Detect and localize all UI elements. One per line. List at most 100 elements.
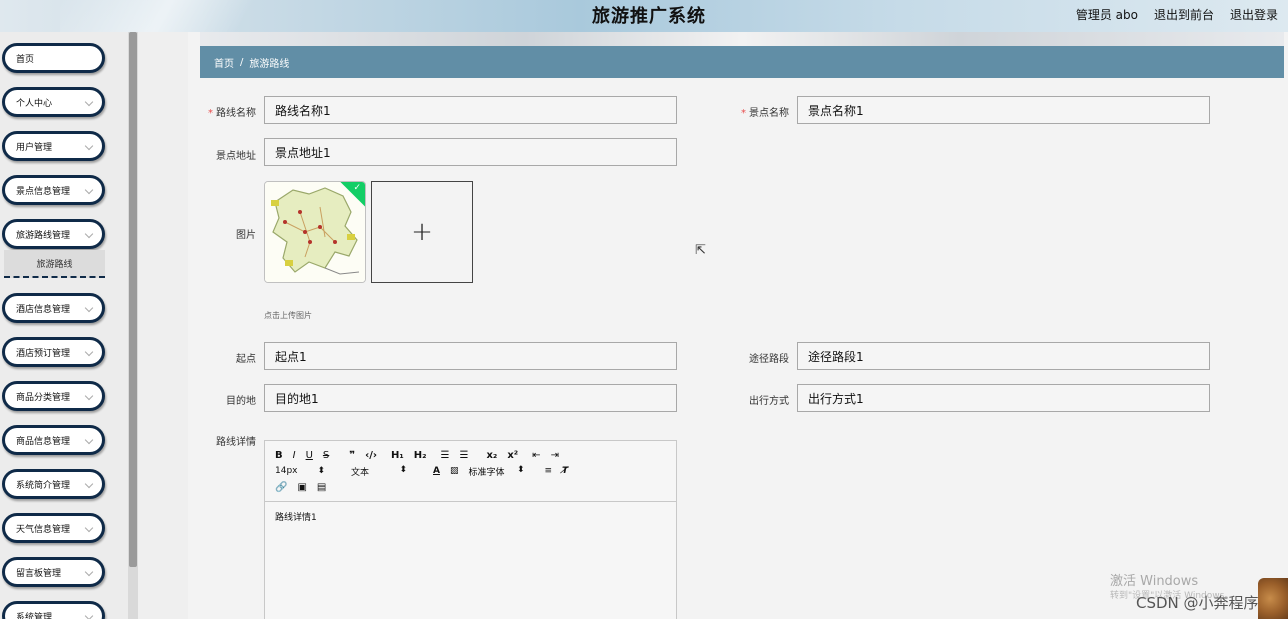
upload-tip: 点击上传图片 (264, 311, 312, 320)
scenic-address-input[interactable]: 景点地址1 (264, 138, 677, 166)
sidebar-item-users[interactable]: 用户管理 (2, 131, 105, 161)
align-icon[interactable]: ≡ (544, 466, 552, 476)
logout-link[interactable]: 退出登录 (1230, 6, 1278, 23)
sidebar-item-system[interactable]: 系统管理 (2, 601, 105, 619)
video-icon[interactable]: ▤ (317, 482, 326, 493)
image-icon[interactable]: ▣ (297, 482, 306, 493)
italic-icon[interactable]: I (293, 450, 296, 461)
clear-format-icon[interactable]: T̸ (562, 466, 568, 476)
chevron-down-icon (84, 479, 94, 489)
code-icon[interactable]: ‹/› (365, 450, 377, 461)
heading1-icon[interactable]: H₁ (391, 450, 404, 461)
sidebar-item-routes[interactable]: 旅游路线管理 (2, 219, 105, 249)
font-size-select[interactable]: 14px ⬍ (275, 466, 335, 476)
sidebar-item-label: 个人中心 (16, 98, 53, 109)
sidebar-item-label: 商品分类管理 (16, 392, 71, 403)
breadcrumb-separator: / (240, 56, 244, 68)
sidebar-item-label: 留言板管理 (16, 568, 62, 579)
toolbar-row-1: B I U S ❞ ‹/› H₁ H₂ ☰ ☰ x₂ x² ⇤ ⇥ (275, 447, 668, 463)
link-icon[interactable]: 🔗 (275, 482, 287, 493)
bullet-list-icon[interactable]: ☰ (460, 450, 469, 461)
select-arrows-icon: ⬍ (399, 464, 407, 475)
route-name-label-text: 路线名称 (216, 108, 256, 119)
sidebar-item-bookings[interactable]: 酒店预订管理 (2, 337, 105, 367)
required-marker: * (741, 108, 746, 119)
sidebar-item-label: 旅游路线管理 (16, 230, 71, 241)
font-color-icon[interactable]: A (433, 466, 440, 476)
chevron-down-icon (84, 97, 94, 107)
heading2-icon[interactable]: H₂ (414, 450, 427, 461)
sidebar-item-personal[interactable]: 个人中心 (2, 87, 105, 117)
editor-toolbar: B I U S ❞ ‹/› H₁ H₂ ☰ ☰ x₂ x² ⇤ ⇥ 14px ⬍… (265, 441, 676, 502)
add-image-button[interactable]: + (371, 181, 473, 283)
sidebar-item-hotels[interactable]: 酒店信息管理 (2, 293, 105, 323)
toolbar-row-2: 14px ⬍ 文本 ⬍ A ▨ 标准字体 ⬍ ≡ T̸ (275, 463, 668, 479)
chevron-down-icon (84, 435, 94, 445)
text-type-select[interactable]: 文本 ⬍ (351, 465, 417, 478)
chevron-down-icon (84, 611, 94, 619)
background-color-icon[interactable]: ▨ (450, 466, 459, 476)
strike-icon[interactable]: S (323, 450, 329, 461)
font-size-value: 14px (275, 466, 298, 476)
destination-input[interactable]: 目的地1 (264, 384, 677, 412)
travel-mode-label: 出行方式 (749, 396, 789, 407)
uploaded-image-thumbnail[interactable]: ✓ (264, 181, 366, 283)
rich-text-editor[interactable]: B I U S ❞ ‹/› H₁ H₂ ☰ ☰ x₂ x² ⇤ ⇥ 14px ⬍… (264, 440, 677, 619)
breadcrumb-current: 旅游路线 (249, 58, 290, 70)
chevron-down-icon (84, 391, 94, 401)
chevron-down-icon (84, 567, 94, 577)
waypoints-input[interactable]: 途径路段1 (797, 342, 1210, 370)
image-label: 图片 (236, 230, 256, 241)
start-input[interactable]: 起点1 (264, 342, 677, 370)
exit-to-front-link[interactable]: 退出到前台 (1154, 6, 1214, 23)
chevron-down-icon (84, 347, 94, 357)
check-icon: ✓ (353, 183, 361, 193)
scrollbar-thumb[interactable] (129, 32, 137, 567)
toolbar-row-3: 🔗 ▣ ▤ (275, 479, 668, 495)
sidebar-item-weather[interactable]: 天气信息管理 (2, 513, 105, 543)
start-label: 起点 (236, 354, 256, 365)
admin-name: 管理员 abo (1075, 8, 1138, 22)
subscript-icon[interactable]: x₂ (486, 450, 497, 461)
bold-icon[interactable]: B (275, 450, 283, 461)
chevron-down-icon (84, 303, 94, 313)
sidebar-item-categories[interactable]: 商品分类管理 (2, 381, 105, 411)
sidebar-item-products[interactable]: 商品信息管理 (2, 425, 105, 455)
editor-content[interactable]: 路线详情1 (265, 502, 676, 531)
outdent-icon[interactable]: ⇤ (532, 450, 540, 461)
blockquote-icon[interactable]: ❞ (349, 450, 355, 461)
sidebar-item-intro[interactable]: 系统简介管理 (2, 469, 105, 499)
route-name-input[interactable]: 路线名称1 (264, 96, 677, 124)
chevron-down-icon (84, 229, 94, 239)
travel-mode-input[interactable]: 出行方式1 (797, 384, 1210, 412)
chevron-down-icon (84, 523, 94, 533)
mouse-cursor-icon: ⇱ (695, 243, 706, 258)
sidebar-scrollbar[interactable] (128, 32, 138, 619)
sidebar-item-messages[interactable]: 留言板管理 (2, 557, 105, 587)
sidebar-item-label: 景点信息管理 (16, 186, 71, 197)
header-actions: 管理员 abo 退出到前台 退出登录 (1076, 6, 1278, 23)
sidebar-item-home[interactable]: 首页 (2, 43, 105, 73)
avatar (1258, 578, 1288, 619)
required-marker: * (208, 108, 213, 119)
sidebar-item-scenic[interactable]: 景点信息管理 (2, 175, 105, 205)
chevron-down-icon (84, 141, 94, 151)
select-arrows-icon: ⬍ (516, 464, 525, 475)
underline-icon[interactable]: U (306, 450, 313, 461)
windows-activation-title: 激活 Windows (1110, 574, 1199, 589)
ordered-list-icon[interactable]: ☰ (441, 450, 450, 461)
main-content: 首页 / 旅游路线 * 路线名称 路线名称1 * 景点名称 景点名称1 景点地址 景… (188, 32, 1288, 619)
sidebar-item-label: 酒店信息管理 (16, 304, 71, 315)
sidebar-gutter (138, 32, 188, 619)
sidebar-subitem-route[interactable]: 旅游路线 (4, 250, 105, 278)
sidebar-item-label: 系统管理 (16, 612, 53, 619)
breadcrumb-home[interactable]: 首页 (214, 55, 234, 70)
scenic-name-input[interactable]: 景点名称1 (797, 96, 1210, 124)
superscript-icon[interactable]: x² (507, 450, 518, 461)
top-header: 旅游推广系统 管理员 abo 退出到前台 退出登录 (0, 0, 1288, 32)
text-type-value: 文本 (351, 467, 370, 478)
indent-icon[interactable]: ⇥ (551, 450, 559, 461)
font-family-select[interactable]: 标准字体 ⬍ (468, 465, 534, 478)
sidebar-item-label: 酒店预订管理 (16, 348, 71, 359)
csdn-credit: CSDN @小奔程序 (1136, 594, 1259, 612)
